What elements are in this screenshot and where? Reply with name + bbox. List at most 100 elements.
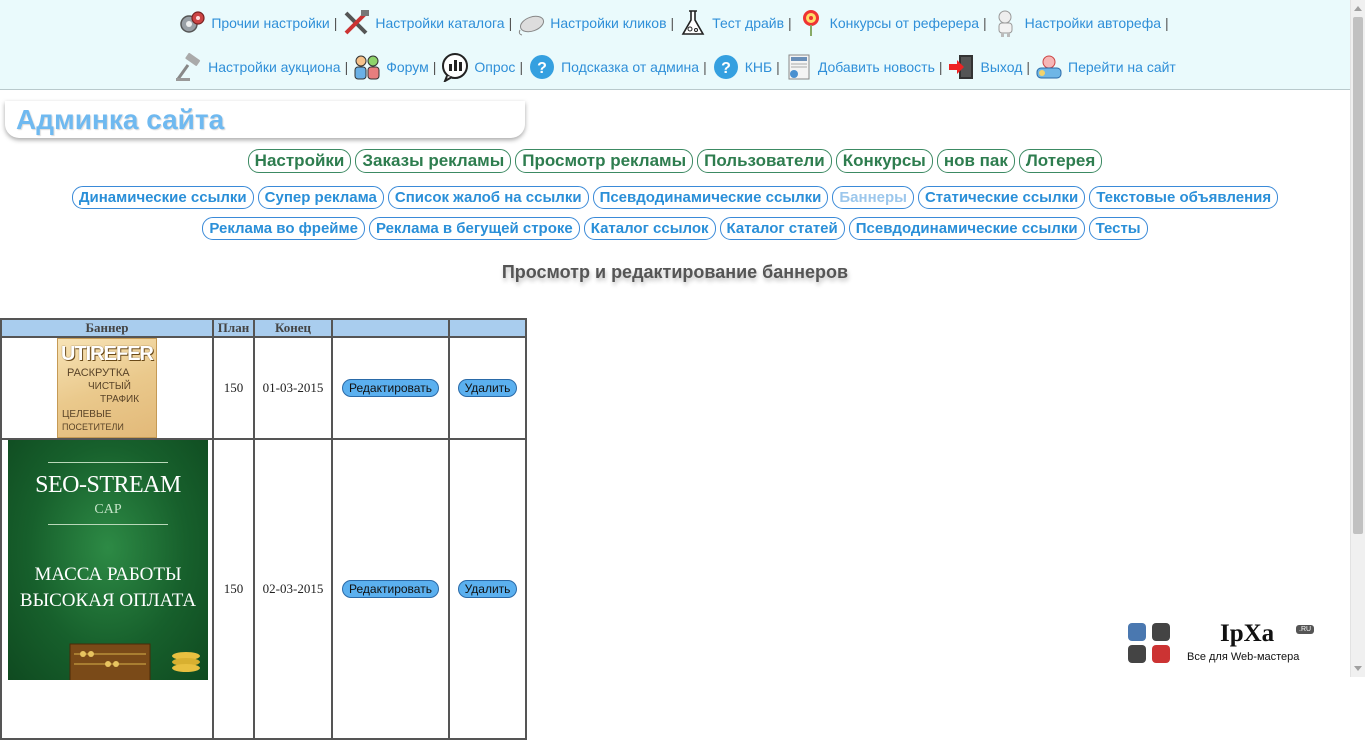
sub-menu-item-article-catalog[interactable]: Каталог статей	[719, 217, 845, 240]
nav-link-exit[interactable]: Выход	[947, 52, 1023, 82]
main-menu-item-settings[interactable]: Настройки	[247, 149, 352, 173]
edit-cell: Редактировать	[331, 438, 450, 740]
delete-button[interactable]: Удалить	[457, 379, 518, 397]
main-menu-item-new-pack[interactable]: нов пак	[936, 149, 1015, 173]
nav-link-add-news[interactable]: Добавить новость	[784, 52, 935, 82]
separator: |	[1026, 59, 1031, 75]
banner-image-seo-stream[interactable]: SEO-STREAM CAP МАССА РАБОТЫ ВЫСОКАЯ ОПЛА…	[8, 440, 208, 680]
delete-cell: Удалить	[448, 336, 527, 440]
nav-link-other-settings[interactable]: Прочии настройки	[177, 8, 330, 38]
banner-logo-text: UTIREFER	[61, 343, 154, 365]
sub-menu-item-ticker-ads[interactable]: Реклама в бегущей строке	[368, 217, 580, 240]
nav-link-forum[interactable]: Форум	[352, 52, 429, 82]
separator: |	[703, 59, 707, 75]
nav-label: Прочии настройки	[211, 15, 330, 31]
admin-title-box: Админка сайта	[5, 101, 525, 138]
banner-title: SEO-STREAM	[35, 472, 181, 498]
nav-label: Тест драйв	[712, 15, 785, 31]
banner-text: МАССА РАБОТЫ	[34, 564, 182, 585]
nav-link-click-settings[interactable]: Настройки кликов	[516, 8, 667, 38]
separator: |	[983, 15, 987, 31]
sub-menu-item-banners[interactable]: Баннеры	[832, 186, 914, 209]
nav-link-referrer-contests[interactable]: Конкурсы от реферера	[796, 8, 979, 38]
scroll-thumb[interactable]	[1353, 17, 1363, 534]
page-heading: Просмотр и редактирование баннеров	[501, 262, 849, 282]
table-row: SEO-STREAM CAP МАССА РАБОТЫ ВЫСОКАЯ ОПЛА…	[0, 438, 527, 740]
nav-row-1: Прочии настройки | Настройки каталога | …	[0, 6, 1350, 40]
table-header-row: Баннер План Конец	[0, 318, 527, 338]
nav-link-knb[interactable]: ? КНБ	[711, 52, 772, 82]
sub-menu-item-pseudodynamic-links[interactable]: Псевдодинамические ссылки	[592, 186, 829, 209]
banner-text: ЧИСТЫЙ	[88, 381, 131, 392]
sub-menu-item-pseudodynamic-links-2[interactable]: Псевдодинамические ссылки	[848, 217, 1085, 240]
main-menu-item-contests[interactable]: Конкурсы	[835, 149, 933, 173]
gears-icon	[177, 8, 207, 38]
end-date-cell: 01-03-2015	[253, 336, 333, 440]
gavel-icon	[174, 52, 204, 82]
column-header-edit	[331, 318, 450, 338]
banner-text: ТРАФИК	[100, 394, 140, 405]
sub-menu-item-tests[interactable]: Тесты	[1088, 217, 1148, 240]
sub-menu-item-text-ads[interactable]: Текстовые объявления	[1089, 186, 1279, 209]
banner-cell: SEO-STREAM CAP МАССА РАБОТЫ ВЫСОКАЯ ОПЛА…	[0, 438, 214, 740]
sub-menu-item-link-catalog[interactable]: Каталог ссылок	[583, 217, 716, 240]
main-menu: Настройки Заказы рекламы Просмотр реклам…	[0, 149, 1350, 173]
sub-menu-item-dynamic-links[interactable]: Динамические ссылки	[71, 186, 254, 209]
sub-menu-item-static-links[interactable]: Статические ссылки	[917, 186, 1086, 209]
nav-label: Настройки авторефа	[1024, 15, 1162, 31]
vertical-scrollbar[interactable]	[1350, 0, 1365, 677]
nav-label: Выход	[980, 59, 1023, 75]
delete-button[interactable]: Удалить	[457, 580, 518, 598]
site-icon	[1034, 52, 1064, 82]
edit-button[interactable]: Редактировать	[342, 580, 439, 598]
main-menu-item-ad-view[interactable]: Просмотр рекламы	[515, 149, 694, 173]
sub-menu-row-1: Динамические ссылки Супер реклама Список…	[0, 186, 1350, 209]
nav-link-test-drive[interactable]: Тест драйв	[678, 8, 784, 38]
banner-text: ЦЕЛЕВЫЕ	[62, 409, 112, 420]
nav-link-admin-hint[interactable]: ? Подсказка от админа	[527, 52, 699, 82]
banner-subtitle: CAP	[94, 502, 122, 517]
plan-cell: 150	[212, 336, 255, 440]
scroll-down-arrow-icon[interactable]	[1354, 666, 1362, 671]
separator: |	[519, 59, 524, 75]
edit-button[interactable]: Редактировать	[342, 379, 439, 397]
poll-icon	[440, 52, 470, 82]
abacus-coins-icon	[69, 643, 200, 680]
logo-square-icon	[1128, 645, 1146, 663]
nav-label: Подсказка от админа	[561, 59, 700, 75]
robot-icon	[991, 8, 1021, 38]
admin-title: Админка сайта	[16, 104, 225, 135]
main-menu-item-lottery[interactable]: Лотерея	[1018, 149, 1103, 173]
target-icon	[796, 8, 826, 38]
svg-text:?: ?	[537, 60, 547, 77]
watermark-tagline: Все для Web-мастера	[1187, 651, 1300, 663]
nav-label: Настройки кликов	[550, 15, 667, 31]
logo-square-icon	[1152, 645, 1170, 663]
plan-cell: 150	[212, 438, 255, 740]
ornament-divider	[48, 462, 168, 463]
table-row: UTIREFER РАСКРУТКА ЧИСТЫЙ ТРАФИК ЦЕЛЕВЫЕ…	[0, 336, 527, 440]
separator: |	[508, 15, 513, 31]
nav-label: Настройки аукциона	[208, 59, 341, 75]
main-menu-item-users[interactable]: Пользователи	[697, 149, 832, 173]
nav-link-auction-settings[interactable]: Настройки аукциона	[174, 52, 341, 82]
separator: |	[344, 59, 349, 75]
logo-square-icon	[1128, 623, 1146, 641]
sub-menu-item-frame-ads[interactable]: Реклама во фрейме	[202, 217, 365, 240]
sub-menu-item-super-ads[interactable]: Супер реклама	[257, 186, 384, 209]
banner-image-utirefer[interactable]: UTIREFER РАСКРУТКА ЧИСТЫЙ ТРАФИК ЦЕЛЕВЫЕ…	[57, 338, 157, 438]
nav-link-autoref-settings[interactable]: Настройки авторефа	[991, 8, 1161, 38]
svg-text:?: ?	[721, 60, 731, 77]
help-icon: ?	[527, 52, 557, 82]
banner-cell: UTIREFER РАСКРУТКА ЧИСТЫЙ ТРАФИК ЦЕЛЕВЫЕ…	[0, 336, 214, 440]
nav-label: Форум	[386, 59, 429, 75]
sub-menu-item-link-complaints[interactable]: Список жалоб на ссылки	[387, 186, 589, 209]
nav-link-go-to-site[interactable]: Перейти на сайт	[1034, 52, 1176, 82]
scroll-up-arrow-icon[interactable]	[1354, 6, 1362, 11]
logo-square-icon	[1152, 623, 1170, 641]
main-menu-item-ad-orders[interactable]: Заказы рекламы	[355, 149, 512, 173]
nav-link-catalog-settings[interactable]: Настройки каталога	[341, 8, 505, 38]
nav-label: Добавить новость	[817, 59, 935, 75]
watermark-brand: IpXa	[1220, 620, 1275, 647]
nav-link-poll[interactable]: Опрос	[440, 52, 515, 82]
